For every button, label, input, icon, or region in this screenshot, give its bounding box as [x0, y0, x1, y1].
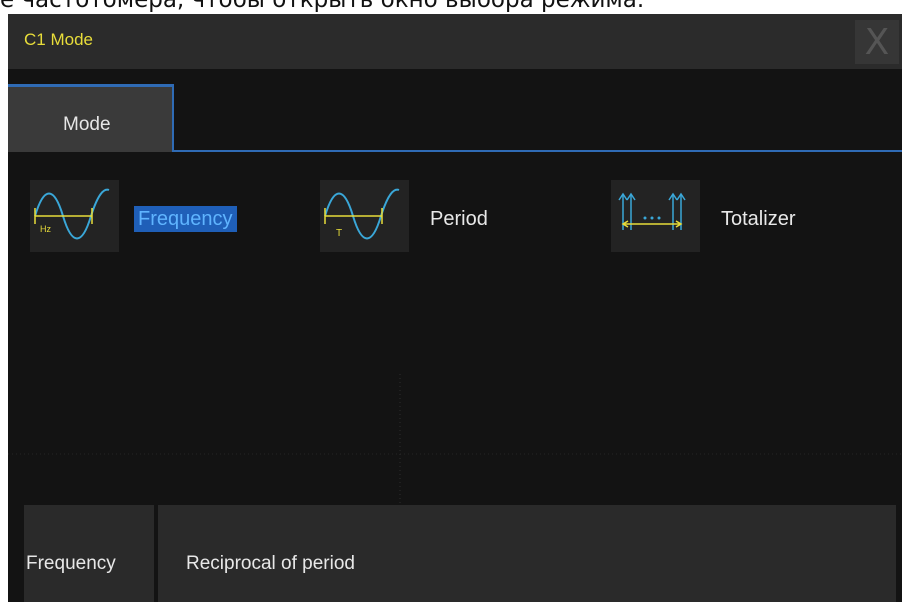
info-mode-description: Reciprocal of period: [158, 505, 896, 602]
instruction-caption: е частотомера, чтобы открыть окно выбора…: [0, 0, 645, 13]
mode-dialog: C1 Mode X Mode Hz Frequency T Period Tot…: [8, 14, 902, 602]
info-mode-name-text: Frequency: [26, 553, 116, 574]
period-icon-text: T: [336, 228, 342, 239]
dialog-titlebar: C1 Mode X: [8, 14, 902, 69]
frequency-wave-icon: Hz: [30, 180, 119, 252]
tab-mode-label: Mode: [63, 114, 111, 135]
mode-label-period: Period: [430, 208, 488, 230]
mode-option-totalizer[interactable]: Totalizer: [611, 178, 831, 252]
info-mode-name: Frequency: [24, 505, 154, 602]
close-icon: X: [864, 21, 890, 63]
totalizer-pulses-icon: [611, 180, 700, 252]
mode-option-frequency[interactable]: Hz Frequency: [30, 178, 270, 252]
info-mode-description-text: Reciprocal of period: [186, 553, 355, 574]
close-button[interactable]: X: [855, 20, 899, 64]
tab-underline: [174, 150, 902, 152]
mode-option-period[interactable]: T Period: [320, 178, 520, 252]
dialog-title: C1 Mode: [24, 30, 93, 49]
tab-mode[interactable]: Mode: [8, 84, 174, 152]
mode-label-totalizer: Totalizer: [721, 208, 796, 230]
frequency-icon-text: Hz: [40, 224, 51, 234]
period-wave-icon: T: [320, 180, 409, 252]
mode-label-frequency: Frequency: [134, 206, 237, 232]
